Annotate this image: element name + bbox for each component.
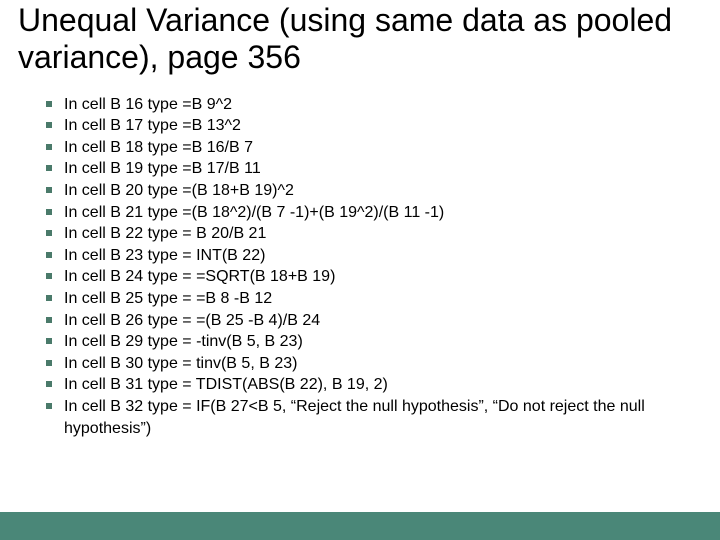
list-item: In cell B 18 type =B 16/B 7 <box>46 137 702 159</box>
square-bullet-icon <box>46 396 64 409</box>
list-item: In cell B 23 type = INT(B 22) <box>46 245 702 267</box>
list-item-text: In cell B 18 type =B 16/B 7 <box>64 137 702 159</box>
list-item-text: In cell B 23 type = INT(B 22) <box>64 245 702 267</box>
square-bullet-icon <box>46 180 64 193</box>
list-item: In cell B 31 type = TDIST(ABS(B 22), B 1… <box>46 374 702 396</box>
square-bullet-icon <box>46 353 64 366</box>
slide-title: Unequal Variance (using same data as poo… <box>0 0 720 76</box>
square-bullet-icon <box>46 202 64 215</box>
list-item: In cell B 20 type =(B 18+B 19)^2 <box>46 180 702 202</box>
list-item: In cell B 16 type =B 9^2 <box>46 94 702 116</box>
square-bullet-icon <box>46 266 64 279</box>
list-item: In cell B 30 type = tinv(B 5, B 23) <box>46 353 702 375</box>
list-item-text: In cell B 16 type =B 9^2 <box>64 94 702 116</box>
list-item-text: In cell B 17 type =B 13^2 <box>64 115 702 137</box>
list-item-text: In cell B 24 type = =SQRT(B 18+B 19) <box>64 266 702 288</box>
list-item-text: In cell B 21 type =(B 18^2)/(B 7 -1)+(B … <box>64 202 702 224</box>
list-item: In cell B 29 type = -tinv(B 5, B 23) <box>46 331 702 353</box>
list-item: In cell B 17 type =B 13^2 <box>46 115 702 137</box>
list-item-text: In cell B 30 type = tinv(B 5, B 23) <box>64 353 702 375</box>
list-item-text: In cell B 31 type = TDIST(ABS(B 22), B 1… <box>64 374 702 396</box>
list-item-text: In cell B 20 type =(B 18+B 19)^2 <box>64 180 702 202</box>
square-bullet-icon <box>46 158 64 171</box>
list-item: In cell B 22 type = B 20/B 21 <box>46 223 702 245</box>
list-item-text: In cell B 19 type =B 17/B 11 <box>64 158 702 180</box>
list-item: In cell B 25 type = =B 8 -B 12 <box>46 288 702 310</box>
square-bullet-icon <box>46 245 64 258</box>
list-item-text: In cell B 29 type = -tinv(B 5, B 23) <box>64 331 702 353</box>
square-bullet-icon <box>46 94 64 107</box>
list-item: In cell B 26 type = =(B 25 -B 4)/B 24 <box>46 310 702 332</box>
footer-bar <box>0 512 720 540</box>
list-item-text: In cell B 32 type = IF(B 27<B 5, “Reject… <box>64 396 702 439</box>
list-item-text: In cell B 26 type = =(B 25 -B 4)/B 24 <box>64 310 702 332</box>
list-item-text: In cell B 22 type = B 20/B 21 <box>64 223 702 245</box>
list-item-text: In cell B 25 type = =B 8 -B 12 <box>64 288 702 310</box>
square-bullet-icon <box>46 374 64 387</box>
square-bullet-icon <box>46 331 64 344</box>
square-bullet-icon <box>46 288 64 301</box>
square-bullet-icon <box>46 310 64 323</box>
square-bullet-icon <box>46 115 64 128</box>
slide-body: In cell B 16 type =B 9^2 In cell B 17 ty… <box>0 76 720 440</box>
square-bullet-icon <box>46 137 64 150</box>
list-item: In cell B 32 type = IF(B 27<B 5, “Reject… <box>46 396 702 439</box>
square-bullet-icon <box>46 223 64 236</box>
list-item: In cell B 19 type =B 17/B 11 <box>46 158 702 180</box>
list-item: In cell B 21 type =(B 18^2)/(B 7 -1)+(B … <box>46 202 702 224</box>
list-item: In cell B 24 type = =SQRT(B 18+B 19) <box>46 266 702 288</box>
